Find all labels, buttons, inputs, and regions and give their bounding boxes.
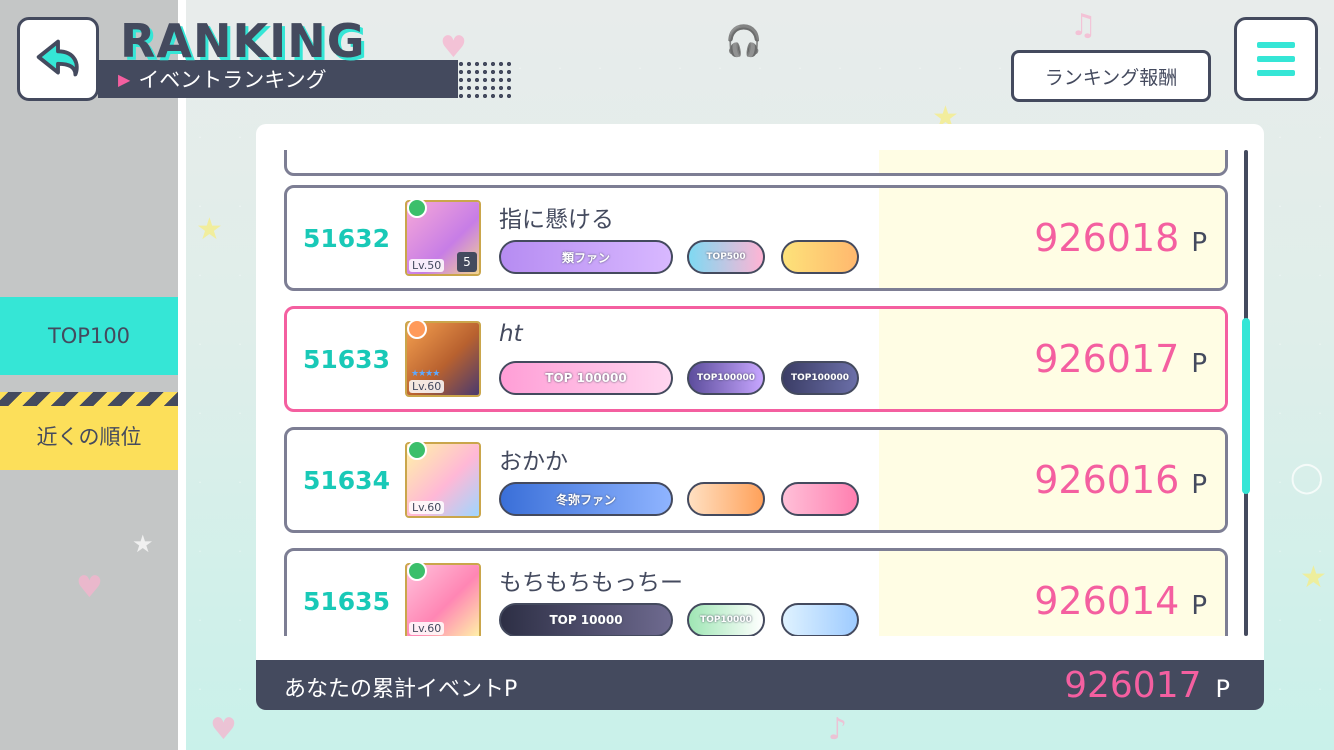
music-note-icon: ♪ <box>828 712 848 747</box>
sidebar: ♥ ★ TOP100 近くの順位 <box>0 0 178 750</box>
attribute-icon <box>407 561 427 581</box>
tab-top100-label: TOP100 <box>47 324 131 348</box>
ranking-panel: 51632 Lv.50 5 指に懸ける 類ファン TOP500 926018 P … <box>256 124 1264 710</box>
table-row[interactable]: 51632 Lv.50 5 指に懸ける 類ファン TOP500 926018 P <box>284 185 1228 291</box>
table-row-self[interactable]: 51633 ★★★★ Lv.60 ht TOP 100000 TOP100000… <box>284 306 1228 412</box>
honor-badge <box>687 482 765 516</box>
honor-badge: TOP10000 <box>687 603 765 636</box>
hazard-stripe <box>0 392 178 406</box>
hamburger-menu-icon <box>1257 42 1295 48</box>
rank-number: 51632 <box>303 224 390 253</box>
honor-badge: TOP100000 <box>687 361 765 395</box>
attribute-icon <box>407 198 427 218</box>
tab-nearby-rank[interactable]: 近くの順位 <box>0 392 178 470</box>
master-rank: 5 <box>457 252 477 272</box>
event-points: 926014 P <box>1034 579 1207 623</box>
page-title: RANKING <box>120 14 366 68</box>
honor-title: TOP 10000 <box>499 603 673 636</box>
star-icon: ★ <box>1300 560 1327 595</box>
star-icon: ★ <box>132 530 154 558</box>
sidebar-divider <box>178 0 186 750</box>
player-name: おかか <box>499 449 568 475</box>
ranking-reward-button[interactable]: ランキング報酬 <box>1011 50 1211 102</box>
attribute-icon <box>407 440 427 460</box>
card-level: Lv.60 <box>409 501 445 514</box>
rarity-stars: ★★★★ <box>411 369 440 379</box>
star-laurel-icon: ★ <box>196 212 223 247</box>
honor-badge: TOP500 <box>687 240 765 274</box>
honor-title: 冬弥ファン <box>499 482 673 516</box>
ranking-reward-label: ランキング報酬 <box>1044 66 1178 89</box>
player-name: もちもちもっちー <box>499 570 683 596</box>
rank-number: 51634 <box>303 466 390 495</box>
table-row[interactable]: 51635 Lv.60 もちもちもっちー TOP 10000 TOP10000 … <box>284 548 1228 636</box>
back-button[interactable] <box>17 17 99 101</box>
table-row[interactable]: 51634 Lv.60 おかか 冬弥ファン 926016 P <box>284 427 1228 533</box>
table-row <box>284 150 1228 176</box>
tab-top100[interactable]: TOP100 <box>0 297 178 375</box>
halftone-dots <box>433 60 513 98</box>
page-subtitle: ▶ イベントランキング <box>118 64 327 94</box>
total-points-label: あなたの累計イベントP <box>284 677 518 702</box>
rank-number: 51635 <box>303 587 390 616</box>
honor-title: 類ファン <box>499 240 673 274</box>
player-name: 指に懸ける <box>499 207 614 233</box>
event-points: 926017 P <box>1034 337 1207 381</box>
ranking-list[interactable]: 51632 Lv.50 5 指に懸ける 類ファン TOP500 926018 P … <box>284 150 1228 636</box>
honor-title: TOP 100000 <box>499 361 673 395</box>
tab-nearby-rank-label: 近くの順位 <box>36 425 142 449</box>
card-level: Lv.60 <box>409 380 445 393</box>
event-points: 926018 P <box>1034 216 1207 260</box>
ring-icon: ◯ <box>1290 460 1324 495</box>
event-points: 926016 P <box>1034 458 1207 502</box>
card-level: Lv.50 <box>409 259 445 272</box>
honor-badge: TOP100000 <box>781 361 859 395</box>
heart-icon: ♥ <box>76 570 103 605</box>
attribute-icon <box>407 319 427 339</box>
heart-icon: ♥ <box>210 712 237 747</box>
rank-number: 51633 <box>303 345 390 374</box>
honor-badge <box>781 482 859 516</box>
honor-badge <box>781 240 859 274</box>
total-points-value: 926017 P <box>1064 665 1230 706</box>
scrollbar-thumb[interactable] <box>1242 318 1250 494</box>
music-note-icon: ♫ <box>1070 8 1097 43</box>
honor-badge <box>781 603 859 636</box>
back-arrow-icon <box>36 39 79 77</box>
menu-button[interactable] <box>1234 17 1318 101</box>
subtitle-text: イベントランキング <box>138 68 327 92</box>
card-level: Lv.60 <box>409 622 445 635</box>
headphone-icon: 🎧 <box>725 24 763 59</box>
player-name: ht <box>499 321 523 347</box>
total-points-footer: あなたの累計イベントP 926017 P <box>256 660 1264 710</box>
play-triangle-icon: ▶ <box>118 69 131 89</box>
